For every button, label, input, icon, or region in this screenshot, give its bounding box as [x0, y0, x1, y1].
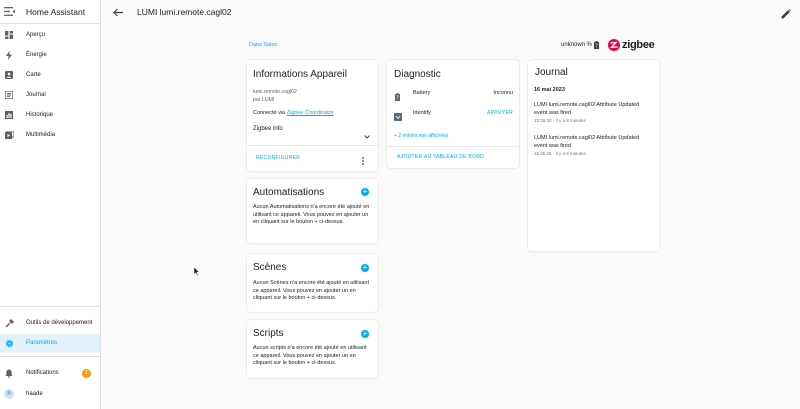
- journal-entry-time: 15:25:26 - Il y a 8 minutes: [534, 151, 586, 156]
- hidden-entities-link[interactable]: + 2 entités non affichées: [394, 133, 448, 139]
- more-vert-icon[interactable]: [362, 152, 364, 170]
- sidebar-item-multimedia[interactable]: Multimédia: [0, 126, 100, 144]
- chevron-down-icon: [364, 126, 370, 144]
- back-arrow-icon[interactable]: [113, 6, 125, 18]
- map-icon: [4, 70, 14, 80]
- connected-via: Connecté via Zigbee Coordinator: [253, 110, 334, 116]
- add-to-dashboard-button[interactable]: AJOUTER AU TABLEAU DE BORD: [397, 154, 484, 160]
- add-script-icon[interactable]: +: [361, 330, 369, 338]
- svg-text:?: ?: [595, 44, 598, 50]
- diagnostic-card: Diagnostic ? Battery Inconnu Identify AP…: [387, 60, 519, 168]
- journal-entry-text: LUMI lumi.remote.cagl02 Attribute Update…: [534, 135, 640, 149]
- sidebar-item-apercu[interactable]: Aperçu: [0, 26, 100, 44]
- chart-icon: [4, 110, 14, 120]
- media-icon: [4, 130, 14, 140]
- zigbee-coordinator-link[interactable]: Zigbee Coordinator: [287, 110, 334, 116]
- hammer-icon: [4, 318, 14, 328]
- scenes-empty-text: Aucun Scènes n'a encore été ajouté en ut…: [253, 280, 370, 301]
- sidebar-item-historique[interactable]: Historique: [0, 106, 100, 124]
- device-manufacturer: par LUMI: [253, 97, 275, 103]
- sidebar-divider: [0, 306, 100, 307]
- device-info-title: Informations Appareil: [253, 69, 347, 80]
- sidebar-item-label: Journal: [26, 92, 46, 98]
- area-link[interactable]: Dans Salon: [249, 42, 277, 48]
- sidebar-item-energie[interactable]: Énergie: [0, 46, 100, 64]
- zigbee-info-expander[interactable]: Zigbee info: [247, 121, 378, 139]
- device-model: lumi.remote.cagl02: [253, 89, 297, 95]
- sidebar-item-label: Notifications: [26, 370, 59, 376]
- sidebar-item-label: Historique: [26, 112, 54, 118]
- battery-unknown-icon: ?: [594, 41, 600, 50]
- journal-title: Journal: [535, 67, 568, 78]
- journal-entry[interactable]: LUMI lumi.remote.cagl02 Attribute Update…: [534, 102, 654, 123]
- entity-label: Identify: [413, 110, 431, 116]
- avatar: h: [4, 389, 14, 399]
- identify-icon: [394, 108, 402, 126]
- sidebar-item-journal[interactable]: Journal: [0, 86, 100, 104]
- entity-label: Battery: [413, 90, 431, 96]
- sidebar: Home Assistant Aperçu Énergie Carte Jour…: [0, 0, 101, 409]
- svg-text:?: ?: [396, 96, 399, 102]
- reconfigure-button[interactable]: RECONFIGURER: [256, 155, 300, 161]
- menu-icon[interactable]: [4, 6, 16, 18]
- sidebar-item-parametres[interactable]: Paramètres: [0, 334, 100, 352]
- scripts-card: Scripts + Aucun scripts n'a encore été a…: [247, 320, 378, 378]
- scenes-card: Scènes + Aucun Scènes n'a encore été ajo…: [247, 254, 378, 312]
- sidebar-title: Home Assistant: [26, 6, 86, 17]
- sidebar-item-carte[interactable]: Carte: [0, 66, 100, 84]
- list-icon: [4, 90, 14, 100]
- card-divider: [247, 145, 378, 146]
- zigbee-info-label: Zigbee info: [253, 126, 283, 132]
- automations-empty-text: Aucun Automatisations n'a encore été ajo…: [253, 204, 370, 225]
- gear-icon: [4, 338, 14, 348]
- card-divider: [387, 146, 519, 147]
- page-title: LUMI lumi.remote.cagl02: [137, 7, 232, 17]
- automations-card: Automatisations + Aucun Automatisations …: [247, 179, 378, 243]
- sidebar-item-dev-tools[interactable]: Outils de développement: [0, 314, 100, 332]
- sidebar-divider: [0, 356, 100, 357]
- bell-icon: [4, 368, 14, 378]
- zigbee-brand-text: zigbee: [622, 39, 655, 51]
- entity-row-battery[interactable]: ? Battery Inconnu: [387, 87, 519, 102]
- diagnostic-title: Diagnostic: [394, 69, 441, 80]
- battery-unknown-icon: ?: [395, 88, 400, 106]
- sidebar-item-user[interactable]: h haade: [0, 385, 100, 403]
- scenes-title: Scènes: [253, 262, 287, 273]
- connected-via-label: Connecté via: [253, 110, 286, 116]
- add-automation-icon[interactable]: +: [361, 188, 369, 196]
- sidebar-item-label: Paramètres: [26, 340, 58, 346]
- lightning-icon: [4, 50, 14, 60]
- journal-entry-time: 15:26:30 - Il y a 8 minutes: [534, 118, 586, 123]
- sidebar-item-label: Carte: [26, 72, 41, 78]
- sidebar-item-notifications[interactable]: Notifications 1: [0, 364, 100, 382]
- sidebar-header: Home Assistant: [0, 0, 100, 24]
- pencil-icon[interactable]: [781, 6, 792, 19]
- sidebar-item-label: Multimédia: [26, 132, 56, 138]
- automations-title: Automatisations: [253, 187, 325, 198]
- sidebar-item-label: Outils de développement: [26, 320, 93, 326]
- dashboard-icon: [4, 30, 14, 40]
- journal-card: Journal 16 mai 2023 LUMI lumi.remote.cag…: [528, 60, 659, 251]
- journal-date: 16 mai 2023: [534, 87, 565, 93]
- entity-row-identify: Identify APPUYER: [387, 107, 519, 121]
- zigbee-logo: zigbee: [608, 39, 655, 51]
- user-name: haade: [26, 391, 43, 397]
- scripts-empty-text: Aucun scripts n'a encore été ajouté en u…: [253, 345, 367, 366]
- scripts-title: Scripts: [253, 328, 284, 339]
- entity-value: Inconnu: [493, 90, 513, 96]
- device-status: unknown % ? zigbee: [561, 39, 655, 51]
- notification-badge: 1: [82, 368, 91, 378]
- sidebar-item-label: Énergie: [26, 52, 47, 58]
- top-bar: LUMI lumi.remote.cagl02: [101, 0, 800, 24]
- journal-entry[interactable]: LUMI lumi.remote.cagl02 Attribute Update…: [534, 135, 654, 156]
- add-scene-icon[interactable]: +: [361, 264, 369, 272]
- sidebar-item-label: Aperçu: [26, 32, 46, 38]
- battery-status-text: unknown %: [561, 42, 593, 48]
- journal-entry-text: LUMI lumi.remote.cagl02 Attribute Update…: [534, 102, 640, 116]
- device-info-card: Informations Appareil lumi.remote.cagl02…: [247, 60, 378, 171]
- mouse-cursor-icon: [193, 263, 200, 281]
- press-button[interactable]: APPUYER: [487, 110, 513, 116]
